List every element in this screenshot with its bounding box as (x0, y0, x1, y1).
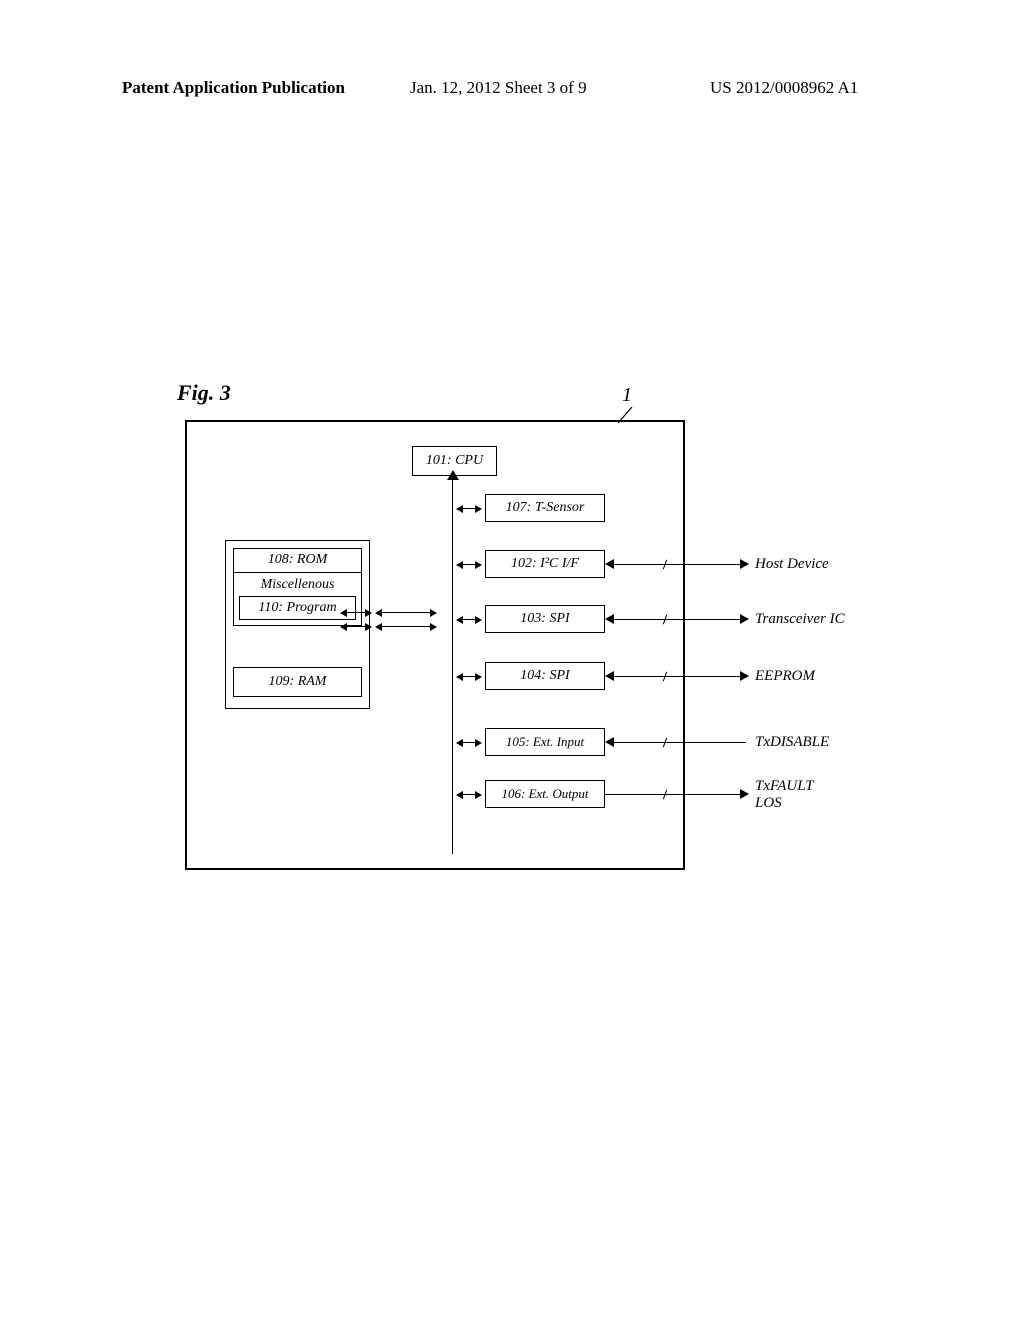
rom-miscellaneous-label: Miscellenous (234, 577, 361, 593)
bidir-arrow-icon (457, 502, 481, 514)
bidir-arrow-icon (341, 620, 371, 632)
internal-bus-line (452, 474, 453, 854)
spi-2-block: 104: SPI (485, 662, 605, 690)
bidir-arrow-icon (376, 606, 436, 618)
block-diagram: 101: CPU 107: T-Sensor 102: I²C I/F 103:… (185, 420, 685, 870)
eeprom-label: EEPROM (755, 668, 815, 685)
bidir-arrow-icon (457, 558, 481, 570)
connector-line (605, 794, 742, 795)
txfault-text: TxFAULT (755, 778, 814, 794)
bidir-arrow-icon (457, 613, 481, 625)
connector-line (613, 619, 743, 620)
connector-line (613, 742, 746, 743)
arrow-right-icon (740, 671, 749, 681)
transceiver-label: Transceiver IC (755, 611, 845, 628)
connector-line (613, 676, 743, 677)
txfault-los-label: TxFAULT LOS (755, 778, 814, 812)
arrow-right-icon (740, 789, 749, 799)
los-text: LOS (755, 795, 782, 811)
program-block: 110: Program (239, 596, 356, 620)
ram-block: 109: RAM (233, 667, 362, 697)
header-publication-type: Patent Application Publication (122, 78, 345, 98)
bidir-arrow-icon (457, 788, 481, 800)
arrow-right-icon (740, 614, 749, 624)
header-date-sheet: Jan. 12, 2012 Sheet 3 of 9 (410, 78, 587, 98)
txdisable-label: TxDISABLE (755, 734, 829, 751)
rom-label: 108: ROM (234, 552, 361, 568)
host-device-label: Host Device (755, 556, 829, 573)
bidir-arrow-icon (457, 670, 481, 682)
connector-line (613, 564, 743, 565)
spi-1-block: 103: SPI (485, 605, 605, 633)
reference-numeral-1: 1 (622, 384, 632, 407)
bidir-arrow-icon (457, 736, 481, 748)
i2c-block: 102: I²C I/F (485, 550, 605, 578)
bidir-arrow-icon (376, 620, 436, 632)
bidir-arrow-icon (341, 606, 371, 618)
figure-label: Fig. 3 (177, 380, 231, 406)
header-document-number: US 2012/0008962 A1 (710, 78, 858, 98)
arrow-right-icon (740, 559, 749, 569)
ext-output-block: 106: Ext. Output (485, 780, 605, 808)
rom-divider (234, 572, 361, 573)
ext-input-block: 105: Ext. Input (485, 728, 605, 756)
t-sensor-block: 107: T-Sensor (485, 494, 605, 522)
bus-arrow-icon (447, 470, 459, 480)
